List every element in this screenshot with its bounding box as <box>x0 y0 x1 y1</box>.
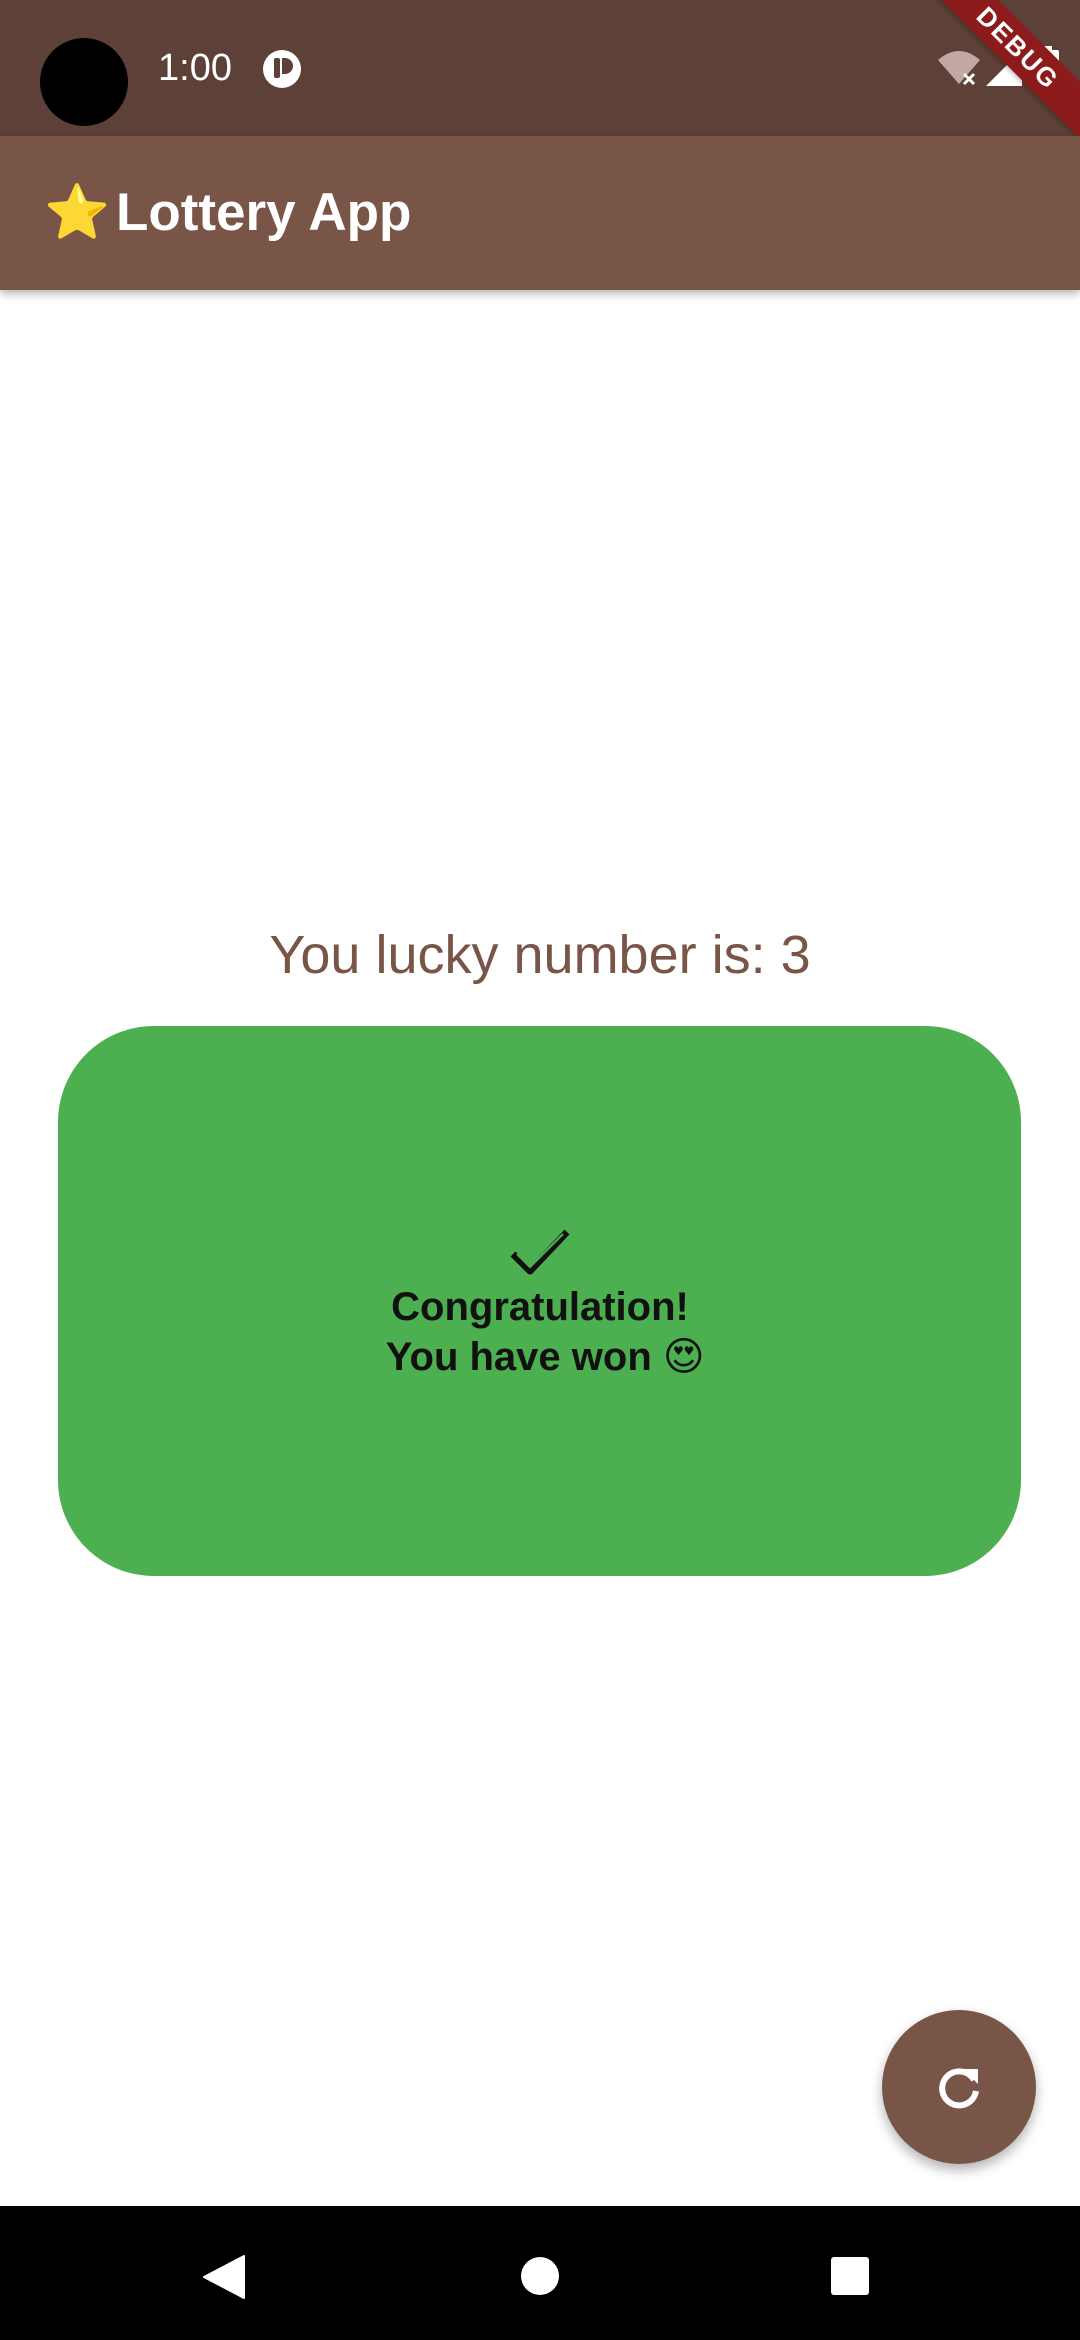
status-bar: 1:00 DEBUG <box>0 0 1080 147</box>
app-title: ⭐ Lottery App <box>44 183 411 243</box>
recents-icon[interactable] <box>830 2256 870 2296</box>
refresh-icon <box>939 2068 979 2109</box>
back-icon[interactable] <box>202 2254 246 2300</box>
home-icon[interactable] <box>520 2256 560 2296</box>
app-title-text: Lottery App <box>116 183 412 242</box>
navigation-bar <box>0 2206 1080 2340</box>
wifi-off-icon <box>938 51 980 86</box>
status-time: 1:00 <box>158 47 232 89</box>
result-message: Congratulation! You have won 😍 <box>385 1285 705 1379</box>
star-icon: ⭐ <box>44 183 110 242</box>
camera-cutout <box>40 38 128 126</box>
check-icon <box>510 1229 570 1275</box>
refresh-button[interactable] <box>882 2010 1036 2164</box>
lucky-number-text: You lucky number is: 3 <box>269 925 811 985</box>
app-notification-icon <box>263 50 301 88</box>
screen: 1:00 DEBUG ⭐ Lottery App You lucky number… <box>0 0 1080 2340</box>
app-bar: ⭐ Lottery App <box>0 136 1080 290</box>
